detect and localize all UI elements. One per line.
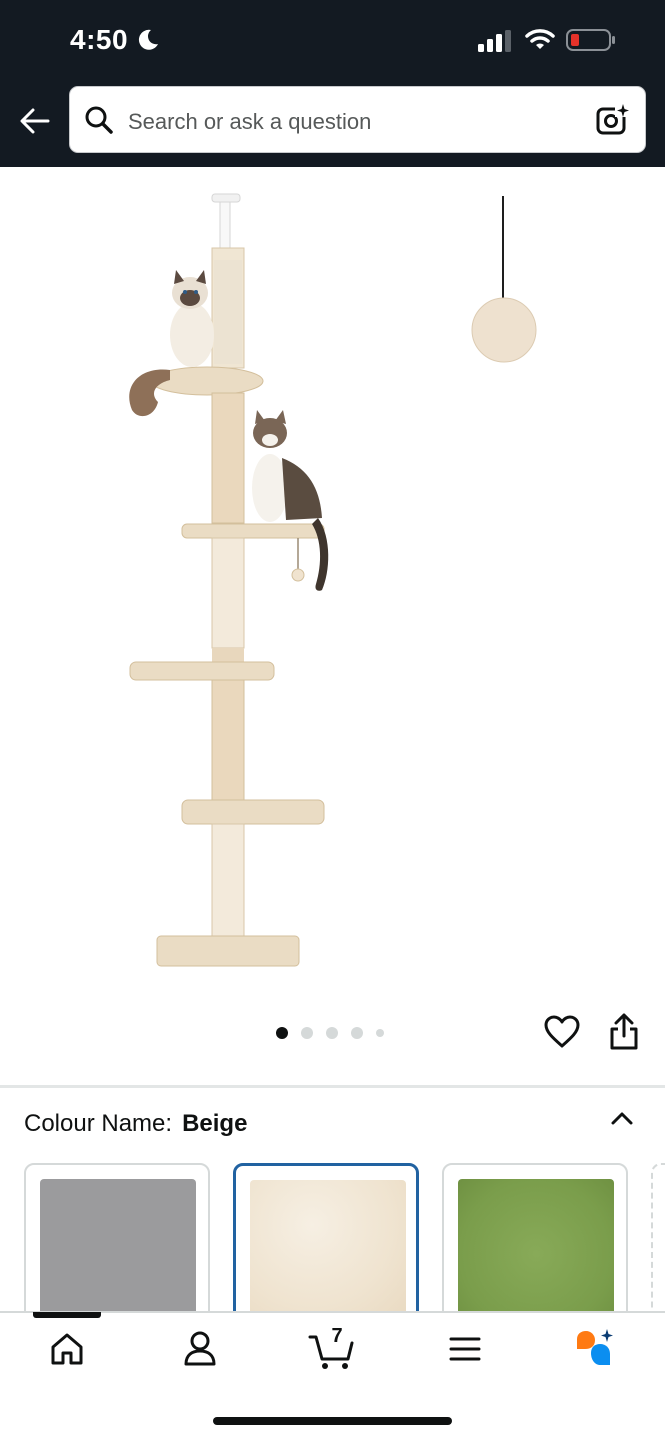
menu-icon[interactable] bbox=[443, 1327, 487, 1371]
search-icon bbox=[85, 106, 113, 134]
account-icon[interactable] bbox=[178, 1327, 222, 1371]
chevron-up-icon[interactable] bbox=[608, 1104, 636, 1132]
cellular-signal-icon bbox=[478, 30, 511, 52]
colour-name-label: Colour Name: bbox=[24, 1110, 173, 1137]
cart-count-badge: 7 bbox=[331, 1325, 343, 1347]
rufus-icon[interactable] bbox=[573, 1327, 617, 1371]
colour-name-row: Colour Name: Beige bbox=[24, 1110, 247, 1138]
colour-swatch-more[interactable] bbox=[651, 1163, 665, 1333]
battery-low-icon bbox=[566, 29, 615, 51]
wifi-icon bbox=[525, 29, 555, 49]
pager-dot[interactable] bbox=[326, 1027, 338, 1039]
home-indicator bbox=[213, 1417, 452, 1425]
swatch-image-beige bbox=[250, 1180, 406, 1330]
search-placeholder[interactable]: Search or ask a question bbox=[128, 109, 371, 135]
swatch-image-grey bbox=[40, 1179, 196, 1329]
top-bar: 4:50 Search or ask a question bbox=[0, 0, 665, 167]
cut-off-title-fragment bbox=[40, 152, 240, 172]
section-divider bbox=[0, 1085, 665, 1088]
product-image[interactable] bbox=[110, 188, 560, 978]
swatch-image-green bbox=[458, 1179, 614, 1329]
colour-swatch-beige[interactable] bbox=[233, 1163, 419, 1333]
heart-icon[interactable] bbox=[543, 1014, 581, 1050]
pager-dot[interactable] bbox=[351, 1027, 363, 1039]
camera-search-icon[interactable] bbox=[595, 101, 631, 137]
pager-dot-active[interactable] bbox=[276, 1027, 288, 1039]
back-arrow-icon[interactable] bbox=[18, 104, 52, 138]
pager-dot[interactable] bbox=[301, 1027, 313, 1039]
status-time: 4:50 bbox=[70, 24, 129, 55]
moon-icon bbox=[138, 29, 158, 50]
home-icon[interactable] bbox=[45, 1327, 89, 1371]
colour-swatch-green[interactable] bbox=[442, 1163, 628, 1333]
colour-swatch-grey[interactable] bbox=[24, 1163, 210, 1333]
image-pager[interactable] bbox=[276, 1026, 384, 1040]
product-page: 4:50 Search or ask a question Colour Nam… bbox=[0, 0, 665, 1440]
search-bar[interactable]: Search or ask a question bbox=[69, 86, 646, 153]
share-icon[interactable] bbox=[607, 1012, 641, 1052]
pager-dot[interactable] bbox=[376, 1029, 384, 1037]
colour-name-value: Beige bbox=[182, 1110, 248, 1137]
nav-active-indicator bbox=[33, 1312, 101, 1318]
